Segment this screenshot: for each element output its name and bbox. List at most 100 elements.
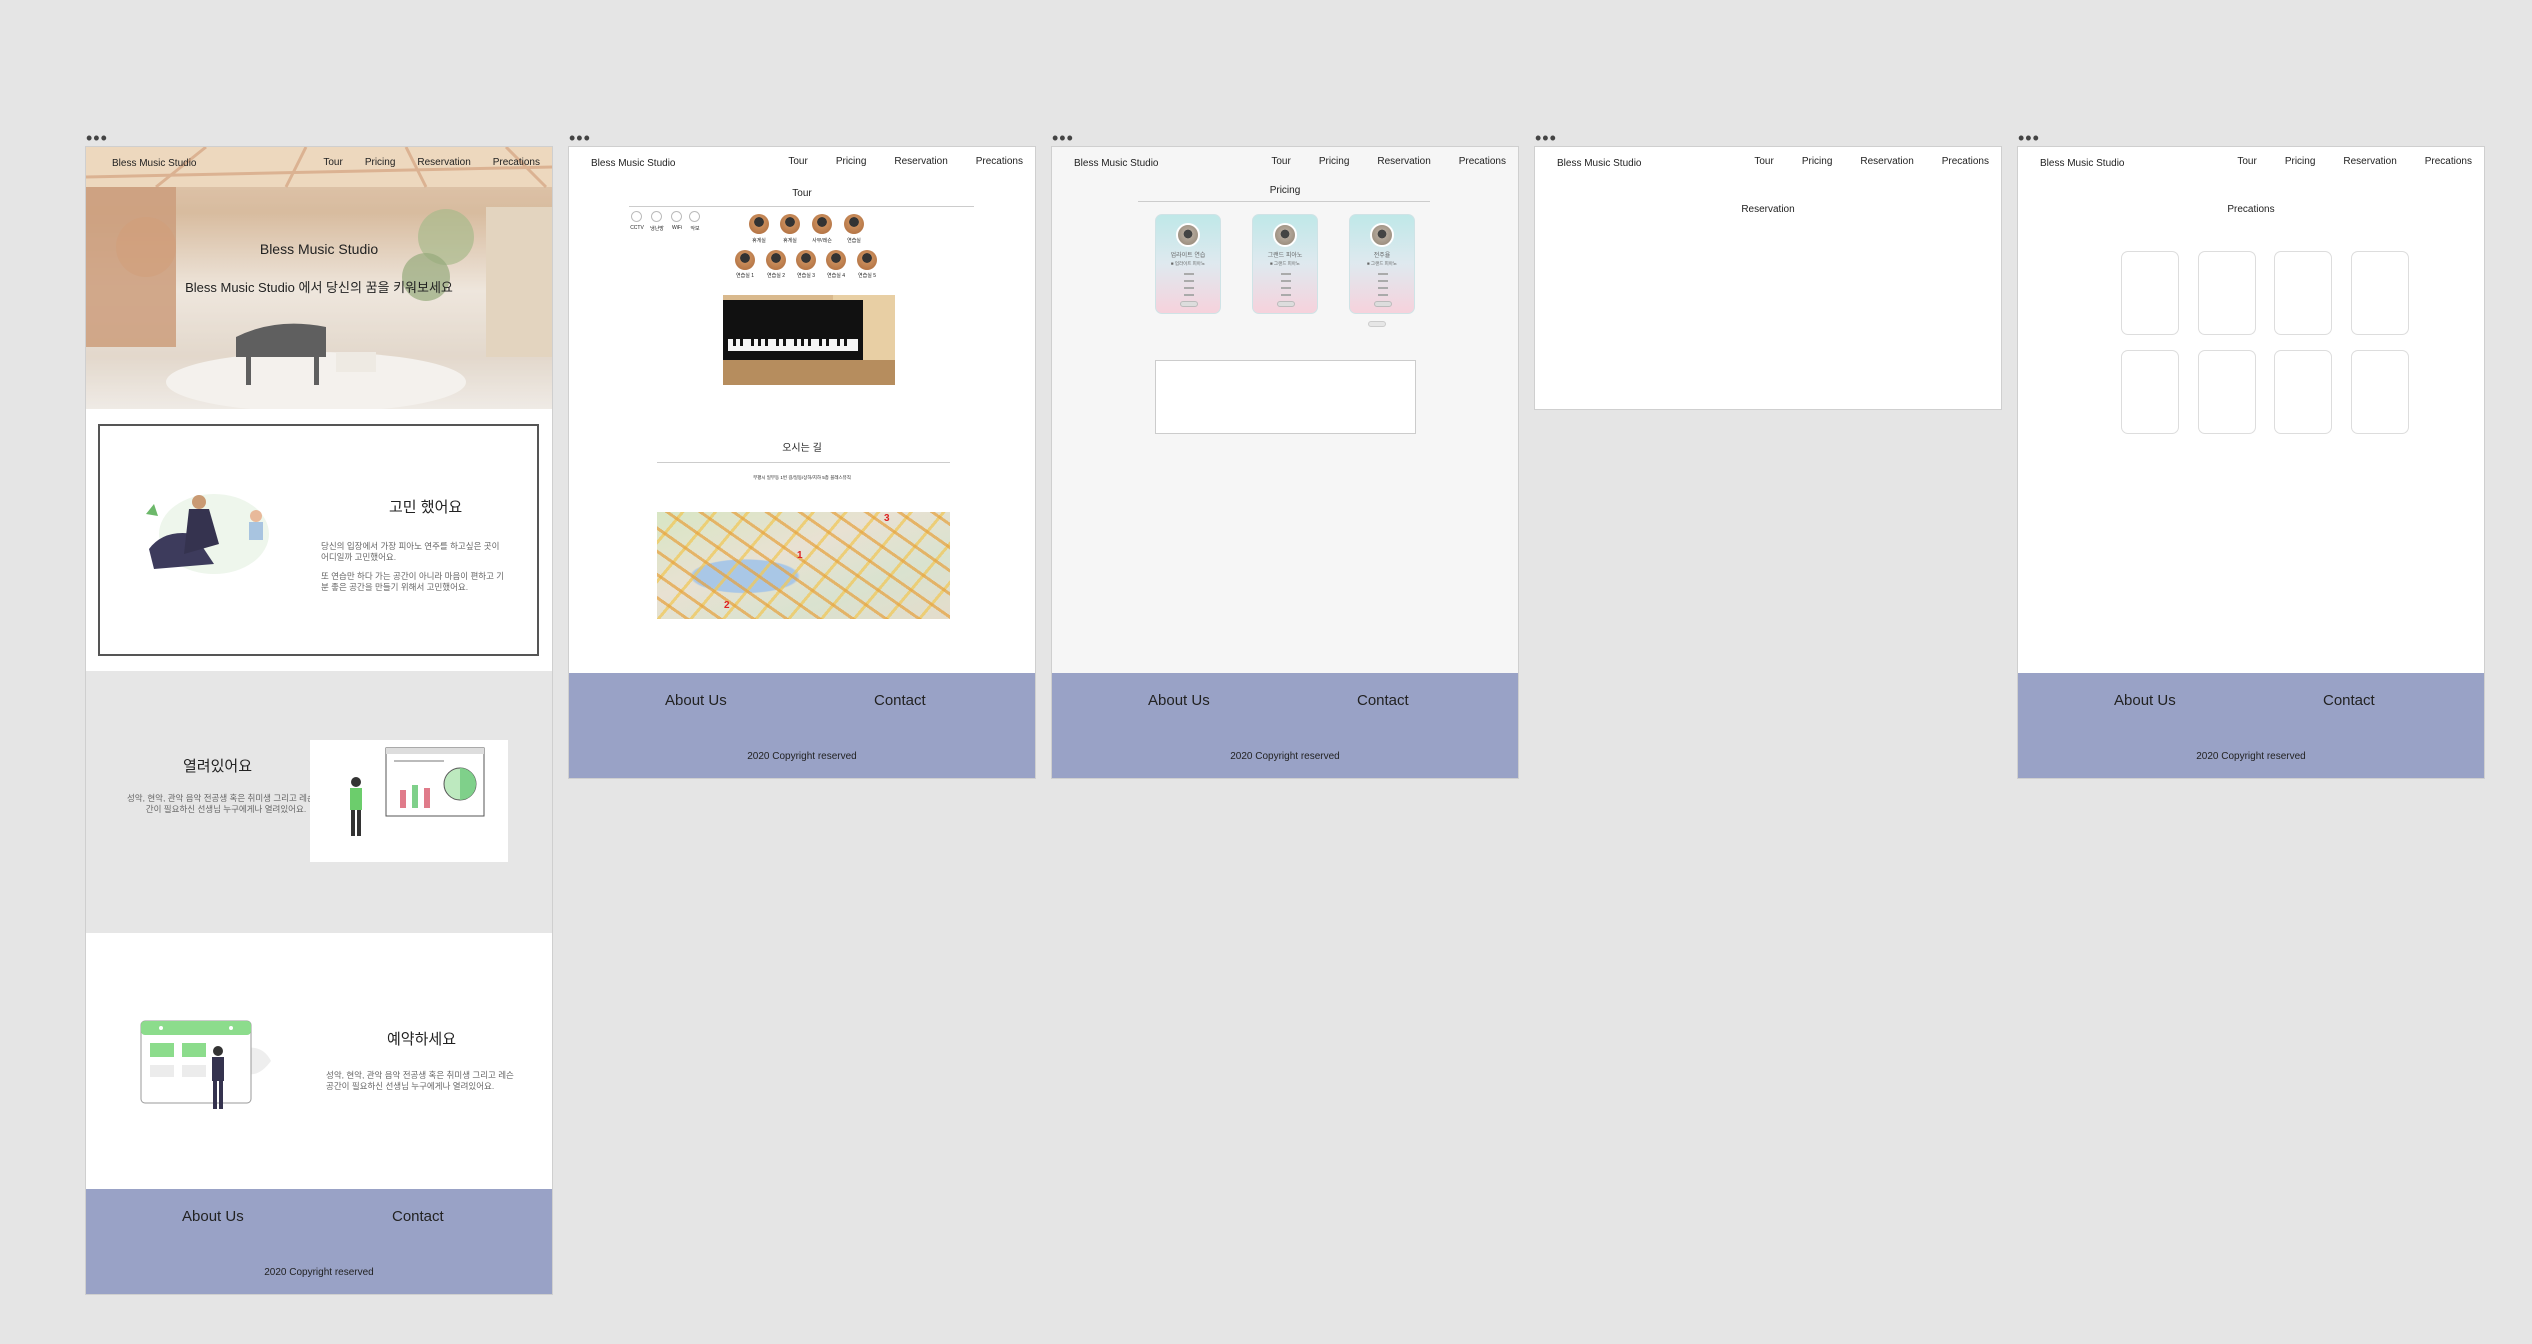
wifi-icon [671, 211, 682, 222]
nav-tour[interactable]: Tour [323, 157, 342, 168]
directions-title: 오시는 길 [782, 443, 822, 454]
precaution-card[interactable] [2351, 350, 2409, 434]
pricing-card-name: 업라이트 연습 [1170, 253, 1206, 259]
room-label: 휴게실 [783, 238, 797, 244]
nav-precations[interactable]: Precations [1942, 156, 1989, 167]
footer-contact-link[interactable]: Contact [2323, 692, 2375, 709]
hero-section: Bless Music Studio Tour Pricing Reservat… [86, 147, 552, 409]
section-worried: 고민 했어요 당신의 입장에서 가장 피아노 연주를 하고싶은 곳이 어디일까 … [98, 424, 539, 656]
footer-about-link[interactable]: About Us [182, 1208, 244, 1225]
amenity-label: WiFi [672, 225, 682, 231]
room-label: 연습실 5 [858, 273, 876, 279]
nav-pricing[interactable]: Pricing [1802, 156, 1833, 167]
pricing-card-sub: ■ 업라이트 피아노 [1170, 261, 1206, 266]
room-label: 연습실 2 [767, 273, 785, 279]
footer-copyright: 2020 Copyright reserved [2196, 751, 2306, 762]
map-marker[interactable]: 3 [884, 513, 890, 524]
section-worried-text-1: 당신의 입장에서 가장 피아노 연주를 하고싶은 곳이 어디일까 고민했어요. [321, 541, 500, 562]
nav-reservation[interactable]: Reservation [417, 157, 470, 168]
carousel-indicator[interactable] [1368, 321, 1386, 327]
frame-handle-pricing[interactable]: ••• [1052, 129, 1074, 147]
pricing-title: Pricing [1269, 185, 1301, 196]
select-plan-button[interactable] [1277, 301, 1295, 307]
piano-photo [723, 295, 895, 385]
pricing-detail-box [1155, 360, 1416, 434]
room-thumb[interactable] [749, 214, 769, 234]
room-thumb[interactable] [766, 250, 786, 270]
piano-illustration [146, 494, 269, 574]
precaution-card[interactable] [2274, 251, 2332, 335]
amenity-label: CCTV [630, 225, 644, 231]
section-open-title: 열려있어요 [183, 758, 253, 775]
nav-pricing[interactable]: Pricing [365, 157, 396, 168]
room-thumb[interactable] [812, 214, 832, 234]
footer-contact-link[interactable]: Contact [1357, 692, 1409, 709]
room-thumb[interactable] [796, 250, 816, 270]
nav-precations[interactable]: Precations [1459, 156, 1506, 167]
nav-reservation[interactable]: Reservation [1860, 156, 1913, 167]
amenity-label: 악보 [690, 226, 700, 232]
map-marker[interactable]: 1 [797, 550, 803, 561]
pricing-card[interactable]: 그랜드 피아노 ■ 그랜드 피아노 [1252, 214, 1318, 314]
brand-logo[interactable]: Bless Music Studio [1557, 158, 1641, 169]
nav-reservation[interactable]: Reservation [2343, 156, 2396, 167]
precaution-card[interactable] [2198, 350, 2256, 434]
aircon-icon [651, 211, 662, 222]
amenity-label: 냉난방 [650, 226, 664, 232]
frame-handle-precations[interactable]: ••• [2018, 129, 2040, 147]
footer-copyright: 2020 Copyright reserved [264, 1267, 374, 1278]
brand-logo[interactable]: Bless Music Studio [591, 158, 675, 169]
brand-logo[interactable]: Bless Music Studio [112, 158, 196, 169]
precaution-card[interactable] [2121, 251, 2179, 335]
nav-pricing[interactable]: Pricing [836, 156, 867, 167]
footer: About Us Contact 2020 Copyright reserved [1052, 673, 1518, 778]
select-plan-button[interactable] [1374, 301, 1392, 307]
nav-tour[interactable]: Tour [1271, 156, 1290, 167]
frame-handle-home[interactable]: ••• [86, 129, 108, 147]
section-open: 열려있어요 성악, 현악, 관악 음악 전공생 혹은 취미생 그리고 레슨 공간… [86, 671, 552, 933]
room-thumb[interactable] [857, 250, 877, 270]
precations-title: Precations [2227, 204, 2275, 215]
hero-subtitle: Bless Music Studio 에서 당신의 꿈을 키워보세요 [185, 280, 453, 295]
nav-tour[interactable]: Tour [788, 156, 807, 167]
frame-handle-tour[interactable]: ••• [569, 129, 591, 147]
section-reserve: 예약하세요 성악, 현악, 관악 음악 전공생 혹은 취미생 그리고 레슨 공간… [86, 933, 552, 1195]
select-plan-button[interactable] [1180, 301, 1198, 307]
footer: About Us Contact 2020 Copyright reserved [2018, 673, 2484, 778]
footer-about-link[interactable]: About Us [665, 692, 727, 709]
room-thumb[interactable] [780, 214, 800, 234]
map-marker[interactable]: 2 [724, 600, 730, 611]
footer-contact-link[interactable]: Contact [874, 692, 926, 709]
location-map[interactable]: 1 2 3 [657, 512, 950, 619]
divider [629, 206, 974, 207]
brand-logo[interactable]: Bless Music Studio [2040, 158, 2124, 169]
nav-pricing[interactable]: Pricing [1319, 156, 1350, 167]
nav-precations[interactable]: Precations [2425, 156, 2472, 167]
footer-about-link[interactable]: About Us [1148, 692, 1210, 709]
nav-tour[interactable]: Tour [2237, 156, 2256, 167]
room-thumb[interactable] [735, 250, 755, 270]
footer-contact-link[interactable]: Contact [392, 1208, 444, 1225]
nav-tour[interactable]: Tour [1754, 156, 1773, 167]
footer-about-link[interactable]: About Us [2114, 692, 2176, 709]
room-label: 연습실 4 [827, 273, 845, 279]
precaution-card[interactable] [2274, 350, 2332, 434]
frame-handle-reservation[interactable]: ••• [1535, 129, 1557, 147]
pricing-card[interactable]: 업라이트 연습 ■ 업라이트 피아노 [1155, 214, 1221, 314]
room-thumb[interactable] [844, 214, 864, 234]
room-label: 연습실 3 [797, 273, 815, 279]
pricing-card-sub: ■ 그랜드 피아노 [1366, 261, 1398, 266]
room-thumb[interactable] [826, 250, 846, 270]
precaution-card[interactable] [2198, 251, 2256, 335]
nav-reservation[interactable]: Reservation [1377, 156, 1430, 167]
instructor-photo [1176, 223, 1200, 247]
precaution-card[interactable] [2121, 350, 2179, 434]
brand-logo[interactable]: Bless Music Studio [1074, 158, 1158, 169]
nav-reservation[interactable]: Reservation [894, 156, 947, 167]
nav-bar: Bless Music Studio Tour Pricing Reservat… [1535, 147, 2001, 183]
nav-precations[interactable]: Precations [976, 156, 1023, 167]
nav-precations[interactable]: Precations [493, 157, 540, 168]
precaution-card[interactable] [2351, 251, 2409, 335]
pricing-card[interactable]: 전주율 ■ 그랜드 피아노 [1349, 214, 1415, 314]
nav-pricing[interactable]: Pricing [2285, 156, 2316, 167]
